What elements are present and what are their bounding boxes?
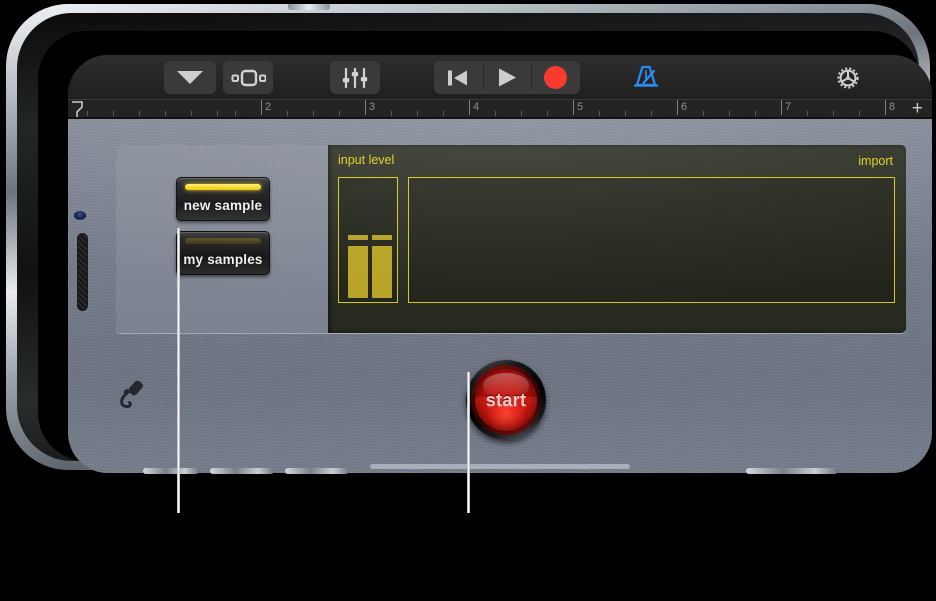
meter-bar-left bbox=[348, 246, 368, 298]
my-samples-label: my samples bbox=[183, 252, 263, 267]
ruler-label: 8 bbox=[889, 101, 896, 113]
audio-jack-icon[interactable] bbox=[114, 377, 150, 413]
chevron-down-icon bbox=[177, 71, 203, 84]
callout-line-my-samples bbox=[177, 228, 180, 513]
mixer-button[interactable] bbox=[330, 61, 380, 94]
start-button[interactable]: start bbox=[466, 360, 546, 440]
meter-cap-left bbox=[348, 235, 368, 240]
input-level-label: input level bbox=[338, 153, 395, 167]
new-sample-led-icon bbox=[185, 184, 261, 190]
ruler-label: 5 bbox=[577, 101, 584, 113]
metronome-button[interactable] bbox=[623, 61, 669, 94]
rewind-icon bbox=[448, 70, 468, 85]
mute-switch[interactable] bbox=[143, 468, 199, 474]
ruler-label: 2 bbox=[265, 101, 272, 113]
ruler-label: 3 bbox=[369, 101, 376, 113]
metronome-icon bbox=[633, 65, 659, 87]
start-button-face: start bbox=[475, 369, 537, 431]
ruler-label: 6 bbox=[681, 101, 688, 113]
ruler-label: 7 bbox=[785, 101, 792, 113]
start-button-label: start bbox=[485, 389, 527, 410]
display-screen: input level import bbox=[328, 145, 906, 333]
input-level-meter bbox=[338, 177, 398, 303]
front-camera bbox=[74, 211, 86, 220]
sample-buttons-area: new sample my samples bbox=[116, 145, 328, 333]
phone-bezel: 2 3 4 5 6 7 8 + new sample my samples in… bbox=[38, 31, 932, 473]
my-samples-button[interactable]: my samples bbox=[176, 231, 270, 275]
ruler-label: 4 bbox=[473, 101, 480, 113]
import-button[interactable]: import bbox=[858, 154, 893, 168]
playhead-marker[interactable] bbox=[71, 101, 83, 118]
record-icon bbox=[544, 66, 568, 89]
new-sample-button[interactable]: new sample bbox=[176, 177, 270, 221]
meter-bar-right bbox=[372, 246, 392, 298]
earpiece-speaker bbox=[77, 233, 88, 311]
phone-screen: 2 3 4 5 6 7 8 + new sample my samples in… bbox=[68, 55, 932, 473]
home-indicator bbox=[370, 464, 630, 469]
volume-up-button[interactable] bbox=[210, 468, 274, 474]
gear-icon bbox=[837, 66, 859, 89]
transport-controls bbox=[434, 61, 580, 94]
add-track-button[interactable]: + bbox=[912, 99, 923, 119]
volume-down-button[interactable] bbox=[285, 468, 349, 474]
play-button[interactable] bbox=[482, 61, 532, 94]
audio-recorder-panel: new sample my samples input level import bbox=[68, 119, 932, 473]
mixer-sliders-icon bbox=[342, 67, 368, 88]
waveform-display[interactable] bbox=[408, 177, 895, 303]
play-icon bbox=[499, 68, 516, 87]
screenshot-root: 2 3 4 5 6 7 8 + new sample my samples in… bbox=[0, 0, 936, 601]
settings-button[interactable] bbox=[825, 61, 871, 94]
phone-top-antenna-nub bbox=[288, 4, 330, 10]
record-button[interactable] bbox=[531, 61, 580, 94]
power-button[interactable] bbox=[746, 468, 838, 474]
recorder-module: new sample my samples input level import bbox=[116, 145, 906, 333]
rewind-button[interactable] bbox=[434, 61, 483, 94]
callout-line-start bbox=[467, 372, 470, 513]
navigation-button[interactable] bbox=[164, 61, 216, 94]
timeline-ruler[interactable]: 2 3 4 5 6 7 8 + bbox=[68, 99, 932, 119]
tracks-view-icon bbox=[231, 69, 266, 86]
new-sample-label: new sample bbox=[183, 198, 263, 213]
tracks-view-button[interactable] bbox=[223, 61, 273, 94]
app-toolbar bbox=[68, 55, 932, 99]
my-samples-led-icon bbox=[185, 238, 261, 244]
meter-cap-right bbox=[372, 235, 392, 240]
